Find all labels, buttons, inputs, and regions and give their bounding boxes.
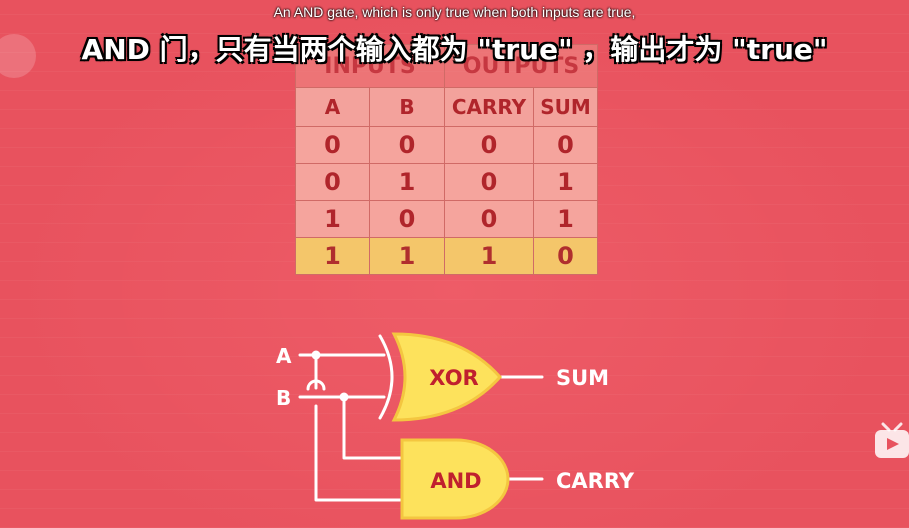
and-gate-label: AND [430, 469, 481, 493]
wire-b-to-and [342, 395, 402, 460]
xor-gate-label: XOR [429, 366, 478, 390]
subtitle-chinese: AND 门，只有当两个输入都为 "true" ，输出才为 "true" [81, 33, 828, 66]
tv-icon[interactable] [871, 420, 909, 464]
sum-output-label: SUM [556, 366, 609, 390]
input-a-label: A [276, 344, 292, 368]
junction-dot [339, 392, 349, 402]
subtitle-english: An AND gate, which is only true when bot… [273, 4, 636, 20]
junction-dot [311, 350, 321, 360]
input-b-label: B [276, 386, 291, 410]
half-adder-circuit: A B XOR AND SUM CARRY [276, 332, 635, 520]
wire-a-to-and [314, 353, 402, 502]
xor-back-curve [378, 334, 394, 420]
carry-output-label: CARRY [556, 469, 635, 493]
